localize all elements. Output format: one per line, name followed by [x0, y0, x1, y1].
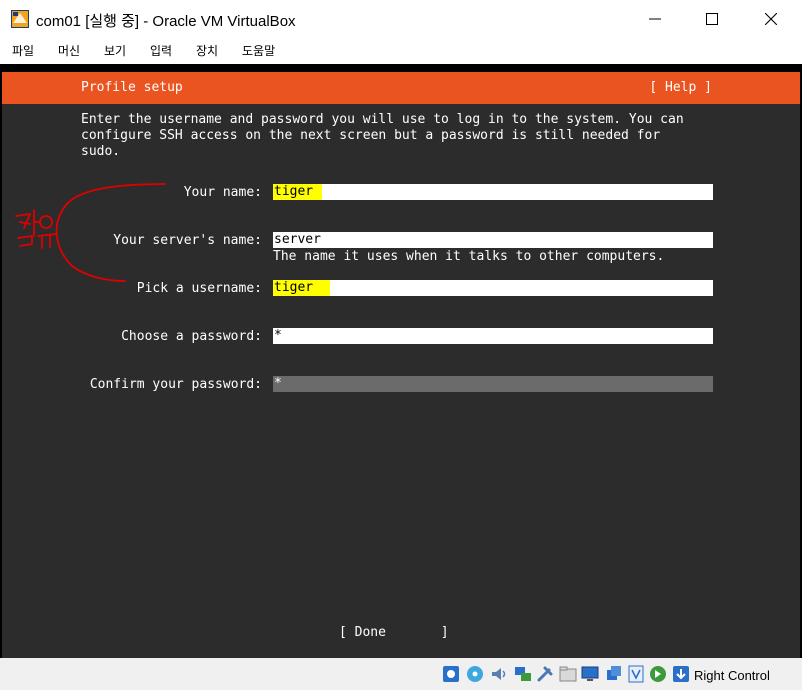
installer-header: Profile setup [ Help ] — [2, 72, 800, 104]
usb-icon[interactable] — [535, 664, 555, 684]
window-title: com01 [실행 중] - Oracle VM VirtualBox — [36, 13, 296, 30]
username-label: Pick a username: — [136, 281, 262, 296]
password-input[interactable]: * — [273, 328, 713, 344]
server-name-input[interactable]: server — [273, 232, 713, 248]
done-button[interactable]: [ Done ] — [339, 625, 449, 641]
your-name-label: Your name: — [183, 185, 262, 200]
recording-icon[interactable] — [604, 664, 624, 684]
audio-icon[interactable] — [489, 664, 509, 684]
password-value: * — [274, 328, 282, 343]
shared-folder-icon[interactable] — [558, 664, 578, 684]
vm-display[interactable]: Profile setup [ Help ] Enter the usernam… — [0, 64, 802, 658]
minimize-icon — [649, 13, 661, 25]
close-icon — [765, 13, 777, 25]
help-button[interactable]: [ Help ] — [649, 80, 712, 96]
installer-screen: Profile setup [ Help ] Enter the usernam… — [2, 72, 800, 658]
username-value: tiger — [273, 280, 330, 296]
menu-view[interactable]: 보기 — [104, 42, 126, 59]
status-bar: Right Control — [0, 658, 802, 690]
intro-text: Enter the username and password you will… — [81, 112, 684, 159]
virtualization-icon[interactable] — [626, 664, 646, 684]
network-icon[interactable] — [513, 664, 533, 684]
server-name-label: Your server's name: — [113, 233, 262, 248]
menu-devices[interactable]: 장치 — [196, 42, 218, 59]
server-name-value: server — [274, 232, 321, 247]
confirm-password-input[interactable]: * — [273, 376, 713, 392]
close-button[interactable] — [748, 0, 794, 38]
server-name-hint: The name it uses when it talks to other … — [273, 249, 665, 264]
keyboard-capture-icon[interactable] — [671, 664, 691, 684]
page-title: Profile setup — [81, 80, 183, 95]
title-bar: com01 [실행 중] - Oracle VM VirtualBox — [0, 0, 802, 38]
confirm-password-value: * — [274, 376, 282, 391]
virtualbox-icon — [10, 9, 30, 29]
menu-machine[interactable]: 머신 — [58, 42, 80, 59]
optical-drive-icon[interactable] — [465, 664, 485, 684]
maximize-button[interactable] — [689, 0, 735, 38]
display-icon[interactable] — [580, 664, 600, 684]
host-key-label: Right Control — [694, 668, 770, 683]
menu-input[interactable]: 입력 — [150, 42, 172, 59]
hard-disk-icon[interactable] — [441, 664, 461, 684]
confirm-password-label: Confirm your password: — [89, 377, 262, 392]
menu-bar: 파일 머신 보기 입력 장치 도움말 — [0, 38, 802, 62]
your-name-input[interactable]: tiger — [273, 184, 713, 200]
maximize-icon — [706, 13, 718, 25]
minimize-button[interactable] — [632, 0, 678, 38]
username-input[interactable]: tiger — [273, 280, 713, 296]
mouse-integration-icon[interactable] — [648, 664, 668, 684]
menu-help[interactable]: 도움말 — [242, 42, 275, 59]
your-name-value: tiger — [273, 184, 322, 200]
password-label: Choose a password: — [121, 329, 262, 344]
menu-file[interactable]: 파일 — [12, 42, 34, 59]
